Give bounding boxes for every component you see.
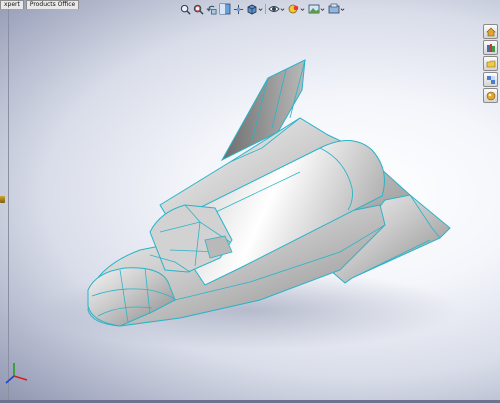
spaceplane-model[interactable] <box>0 0 500 403</box>
reference-triad <box>5 363 28 384</box>
z-axis <box>5 375 15 384</box>
solidworks-window: xpert Products Office <box>0 0 500 403</box>
x-axis <box>13 375 28 381</box>
